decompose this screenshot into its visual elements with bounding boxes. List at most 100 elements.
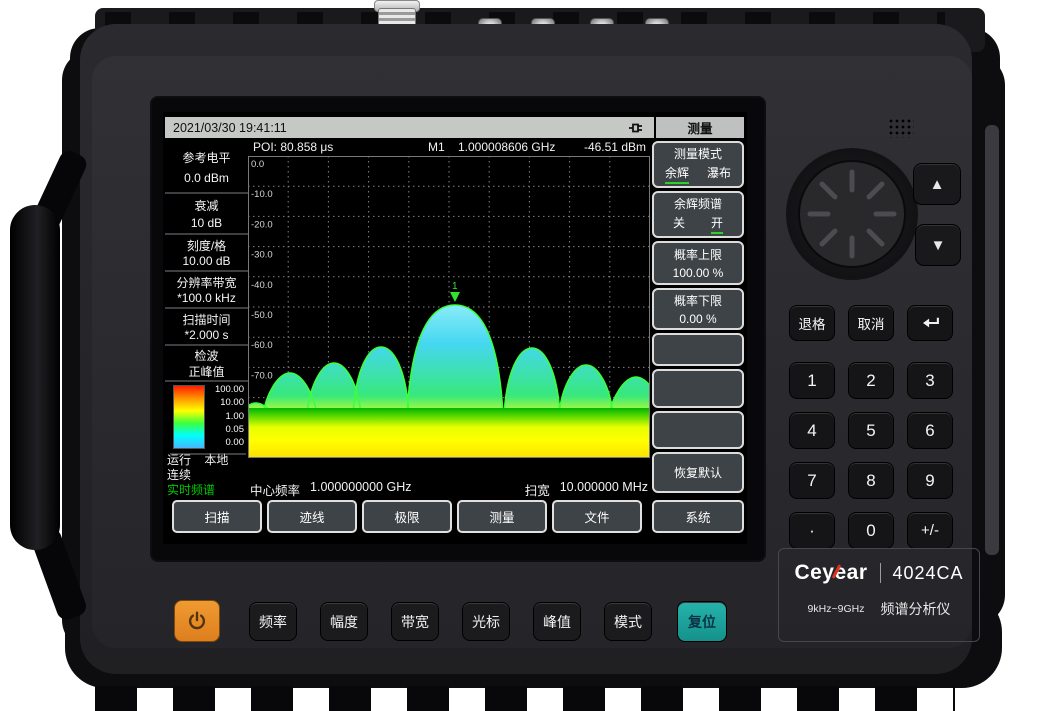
marker-id: M1 bbox=[428, 140, 445, 154]
menu-btn-title: 概率上限 bbox=[674, 246, 722, 263]
svg-text:-70.0: -70.0 bbox=[251, 370, 273, 381]
key-6[interactable]: 6 bbox=[907, 412, 953, 449]
realtime-mode-label: 实时频谱 bbox=[167, 483, 247, 498]
softkey-limit[interactable]: 极限 bbox=[362, 500, 452, 533]
softkey-file[interactable]: 文件 bbox=[552, 500, 642, 533]
status-datetime: 2021/03/30 19:41:11 bbox=[173, 121, 287, 135]
svg-text:1: 1 bbox=[452, 281, 458, 292]
hardkey-frequency[interactable]: 频率 bbox=[249, 602, 297, 641]
param-label: 分辨率带宽 bbox=[176, 276, 236, 290]
param-ref-level: 参考电平 0.0 dBm bbox=[165, 144, 248, 194]
menu-blank-2[interactable] bbox=[652, 369, 744, 408]
cancel-key[interactable]: 取消 bbox=[848, 305, 894, 341]
rubber-feet bbox=[95, 686, 955, 711]
param-attenuation: 衰减 10 dB bbox=[165, 196, 248, 235]
enter-key[interactable] bbox=[907, 305, 953, 341]
menu-probability-lower[interactable]: 概率下限 0.00 % bbox=[652, 288, 744, 330]
menu-btn-title: 测量模式 bbox=[674, 145, 722, 162]
carry-handle[interactable] bbox=[10, 205, 60, 550]
status-bar: 2021/03/30 19:41:11 bbox=[165, 117, 654, 138]
svg-text:-50.0: -50.0 bbox=[251, 310, 273, 321]
menu-blank-3[interactable] bbox=[652, 411, 744, 449]
menu-blank-1[interactable] bbox=[652, 333, 744, 366]
frequency-range: 9kHz~9GHz bbox=[808, 603, 865, 615]
menu-persistence-spectrum[interactable]: 余辉频谱 关 开 bbox=[652, 191, 744, 238]
brand-divider bbox=[880, 563, 881, 583]
svg-text:-10.0: -10.0 bbox=[251, 189, 273, 200]
run-label: 运行 bbox=[167, 453, 191, 467]
softkey-measure[interactable]: 测量 bbox=[457, 500, 547, 533]
side-seam bbox=[985, 125, 999, 555]
hardkey-mode[interactable]: 模式 bbox=[604, 602, 652, 641]
key-4[interactable]: 4 bbox=[789, 412, 835, 449]
spectrum-plot: 0.0-10.0-20.0-30.0-40.0-50.0-60.0-70.01 bbox=[248, 156, 650, 458]
key-8[interactable]: 8 bbox=[848, 462, 894, 499]
rotary-knob[interactable] bbox=[798, 160, 906, 268]
marker-frequency: 1.000008606 GHz bbox=[458, 140, 555, 154]
model-number: 4024CA bbox=[893, 563, 964, 584]
power-button[interactable] bbox=[174, 600, 220, 642]
marker-level: -46.51 dBm bbox=[584, 140, 646, 154]
option-persistence[interactable]: 余辉 bbox=[665, 164, 689, 184]
svg-text:-30.0: -30.0 bbox=[251, 250, 273, 261]
menu-btn-value: 0.00 % bbox=[679, 312, 716, 326]
colorbar-tick: 10.00 bbox=[206, 397, 244, 408]
param-value: 10.00 dB bbox=[182, 254, 230, 268]
hardkey-marker[interactable]: 光标 bbox=[462, 602, 510, 641]
option-waterfall[interactable]: 瀑布 bbox=[707, 164, 731, 184]
branding-plate: Ceyear 4024CA 9kHz~9GHz 频谱分析仪 bbox=[778, 548, 980, 642]
key-1[interactable]: 1 bbox=[789, 362, 835, 399]
param-sweep-time: 扫描时间 *2.000 s bbox=[165, 311, 248, 346]
colorbar-tick: 0.05 bbox=[206, 424, 244, 435]
param-value: 0.0 dBm bbox=[184, 171, 229, 185]
power-icon bbox=[186, 610, 208, 632]
center-freq-value: 1.000000000 GHz bbox=[310, 480, 411, 499]
colorbar-tick: 0.00 bbox=[206, 437, 244, 448]
option-off[interactable]: 关 bbox=[673, 214, 685, 234]
param-value: *100.0 kHz bbox=[177, 291, 236, 305]
hardkey-bandwidth[interactable]: 带宽 bbox=[391, 602, 439, 641]
param-label: 检波 bbox=[194, 349, 218, 363]
param-label: 扫描时间 bbox=[182, 313, 230, 327]
product-name: 频谱分析仪 bbox=[880, 599, 950, 619]
key-5[interactable]: 5 bbox=[848, 412, 894, 449]
key-9[interactable]: 9 bbox=[907, 462, 953, 499]
param-value: 正峰值 bbox=[188, 365, 224, 379]
key-0[interactable]: 0 bbox=[848, 512, 894, 549]
menu-btn-title: 恢复默认 bbox=[674, 464, 722, 481]
hardkey-amplitude[interactable]: 幅度 bbox=[320, 602, 368, 641]
option-on[interactable]: 开 bbox=[711, 214, 723, 234]
key-7[interactable]: 7 bbox=[789, 462, 835, 499]
menu-measure-mode[interactable]: 测量模式 余辉 瀑布 bbox=[652, 141, 744, 188]
local-label: 本地 bbox=[204, 453, 228, 467]
down-arrow-button[interactable]: ▼ bbox=[915, 224, 961, 266]
colorbar-gradient bbox=[173, 385, 205, 449]
speaker-grille bbox=[888, 118, 914, 138]
key-3[interactable]: 3 bbox=[907, 362, 953, 399]
svg-text:-60.0: -60.0 bbox=[251, 340, 273, 351]
key-plus-minus[interactable]: +/- bbox=[907, 512, 953, 549]
svg-text:-20.0: -20.0 bbox=[251, 219, 273, 230]
param-value: *2.000 s bbox=[184, 328, 228, 342]
up-arrow-button[interactable]: ▲ bbox=[913, 163, 961, 205]
param-value: 10 dB bbox=[191, 216, 222, 230]
spectrum-analyzer-device: 2021/03/30 19:41:11 测量 POI: 80.858 μs M1… bbox=[0, 0, 1050, 711]
backspace-key[interactable]: 退格 bbox=[789, 305, 835, 341]
down-arrow-icon: ▼ bbox=[931, 237, 946, 254]
brand-text: Ceyear bbox=[794, 561, 867, 584]
menu-probability-upper[interactable]: 概率上限 100.00 % bbox=[652, 241, 744, 285]
key-decimal[interactable]: · bbox=[789, 512, 835, 549]
softkey-sweep[interactable]: 扫描 bbox=[172, 500, 262, 533]
menu-restore-defaults[interactable]: 恢复默认 bbox=[652, 452, 744, 493]
key-2[interactable]: 2 bbox=[848, 362, 894, 399]
param-label: 参考电平 bbox=[182, 151, 230, 165]
frequency-footer: 中心频率 1.000000000 GHz 扫宽 10.000000 MHz bbox=[250, 479, 648, 499]
reset-button[interactable]: 复位 bbox=[677, 601, 727, 642]
colorbar-tick: 1.00 bbox=[206, 411, 244, 422]
softkey-system[interactable]: 系统 bbox=[652, 500, 744, 533]
hardkey-peak[interactable]: 峰值 bbox=[533, 602, 581, 641]
softkey-trace[interactable]: 迹线 bbox=[267, 500, 357, 533]
up-arrow-icon: ▲ bbox=[930, 176, 945, 193]
brand-logo: Ceyear bbox=[794, 561, 867, 585]
colorbar-ticks: 100.00 10.00 1.00 0.05 0.00 bbox=[206, 384, 244, 448]
